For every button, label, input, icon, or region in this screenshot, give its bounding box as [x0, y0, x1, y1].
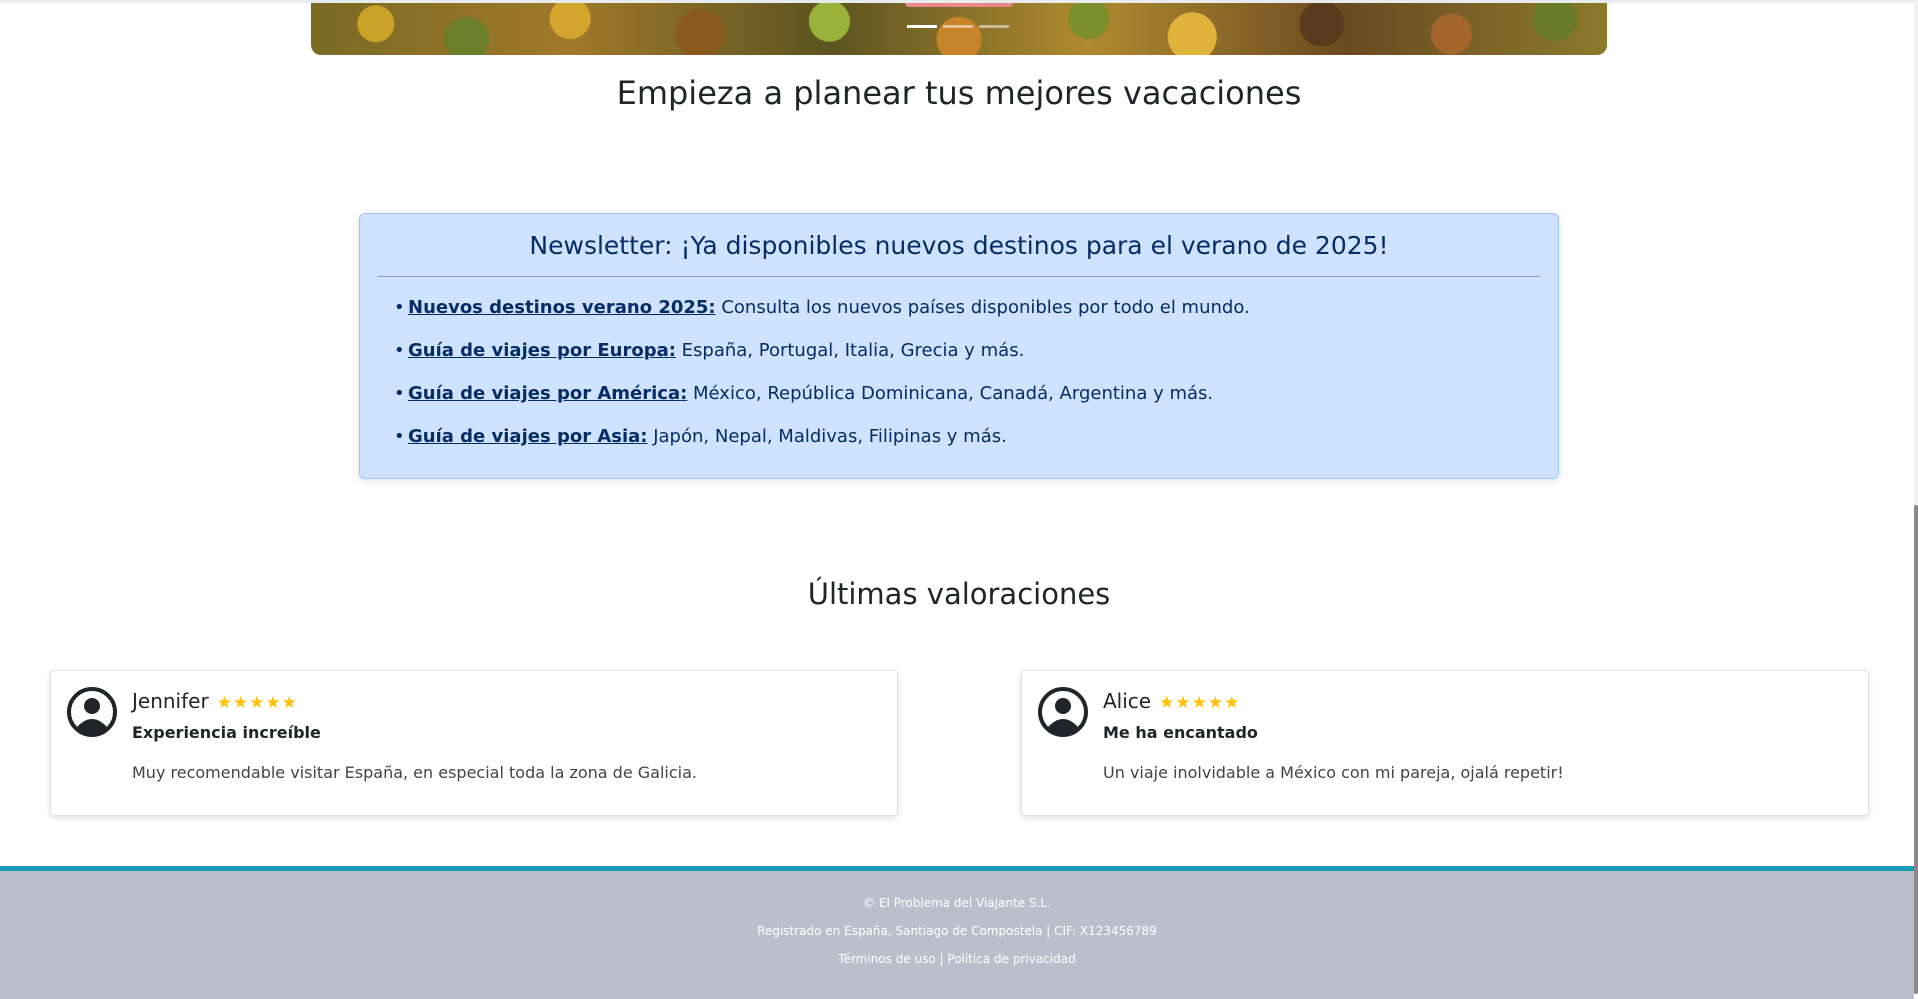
user-circle-icon [1038, 687, 1088, 737]
hero-carousel[interactable] [311, 3, 1607, 55]
star-rating-icon: ★★★★★ [216, 693, 298, 713]
footer-copyright: © El Problema del Viajante S.L. [863, 896, 1051, 910]
footer-links: Términos de uso | Política de privacidad [0, 952, 1914, 966]
bullet-icon: • [394, 297, 405, 318]
review-card: Alice ★★★★★ Me ha encantado Un viaje inol… [1021, 670, 1869, 816]
review-text: Muy recomendable visitar España, en espe… [132, 763, 697, 782]
carousel-indicators [907, 25, 1009, 28]
star-rating-icon: ★★★★★ [1159, 693, 1241, 713]
newsletter-item: • Guía de viajes por Europa: España, Port… [394, 335, 1250, 378]
newsletter-item-text: Consulta los nuevos países disponibles p… [715, 297, 1250, 318]
bullet-icon: • [394, 383, 405, 404]
newsletter-item: • Nuevos destinos verano 2025: Consulta l… [394, 292, 1250, 335]
newsletter-item-text: Japón, Nepal, Maldivas, Filipinas y más. [647, 426, 1007, 447]
carousel-indicator-3[interactable] [979, 25, 1009, 28]
review-card: Jennifer ★★★★★ Experiencia increíble Muy … [50, 670, 898, 816]
scrollbar-thumb[interactable] [1914, 505, 1918, 994]
newsletter-link-asia[interactable]: Guía de viajes por Asia: [408, 426, 648, 447]
newsletter-box: Newsletter: ¡Ya disponibles nuevos desti… [359, 213, 1559, 479]
newsletter-list: • Nuevos destinos verano 2025: Consulta l… [394, 292, 1250, 464]
newsletter-title: Newsletter: ¡Ya disponibles nuevos desti… [529, 231, 1389, 260]
privacy-link[interactable]: Política de privacidad [947, 952, 1075, 966]
bullet-icon: • [394, 426, 405, 447]
hero-heading: Empieza a planear tus mejores vacaciones [616, 74, 1302, 112]
newsletter-divider [378, 276, 1540, 277]
bullet-icon: • [394, 340, 405, 361]
newsletter-item-text: España, Portugal, Italia, Grecia y más. [675, 340, 1025, 361]
review-title: Me ha encantado [1103, 723, 1258, 742]
terms-link[interactable]: Términos de uso [838, 952, 935, 966]
newsletter-link-summer[interactable]: Nuevos destinos verano 2025: [408, 297, 716, 318]
site-footer: © El Problema del Viajante S.L. Registra… [0, 866, 1914, 999]
newsletter-link-america[interactable]: Guía de viajes por América: [408, 383, 687, 404]
footer-separator: | [935, 952, 948, 966]
carousel-indicator-2[interactable] [943, 25, 973, 28]
review-author: Alice ★★★★★ [1103, 689, 1240, 713]
review-author: Jennifer ★★★★★ [132, 689, 298, 713]
newsletter-item: • Guía de viajes por Asia: Japón, Nepal, … [394, 421, 1250, 464]
newsletter-item: • Guía de viajes por América: México, Rep… [394, 378, 1250, 421]
newsletter-item-text: México, República Dominicana, Canadá, Ar… [687, 383, 1214, 404]
footer-registry: Registrado en España, Santiago de Compos… [757, 924, 1157, 938]
review-author-name: Jennifer [132, 689, 209, 713]
review-author-name: Alice [1103, 689, 1152, 713]
review-title: Experiencia increíble [132, 723, 321, 742]
carousel-indicator-1[interactable] [907, 25, 937, 28]
newsletter-link-europe[interactable]: Guía de viajes por Europa: [408, 340, 676, 361]
carousel-button-edge[interactable] [905, 3, 1013, 7]
review-text: Un viaje inolvidable a México con mi par… [1103, 763, 1564, 782]
reviews-heading: Últimas valoraciones [807, 577, 1111, 611]
user-circle-icon [67, 687, 117, 737]
